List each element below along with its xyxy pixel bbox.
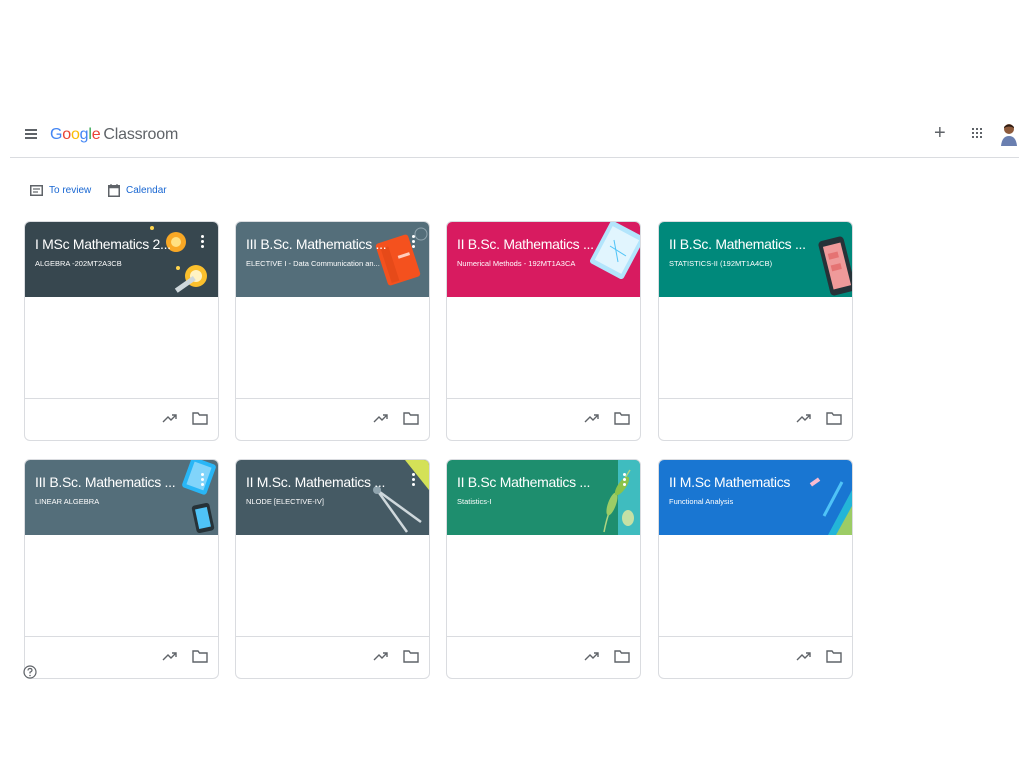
more-options-icon[interactable] (411, 235, 415, 249)
class-card-header[interactable]: III B.Sc. Mathematics ... LINEAR ALGEBRA (25, 460, 218, 535)
folder-icon[interactable] (826, 649, 842, 663)
more-options-icon[interactable] (200, 235, 204, 249)
to-review-label: To review (49, 184, 92, 196)
class-card-footer (236, 398, 429, 440)
class-card[interactable]: II B.Sc. Mathematics ... Numerical Metho… (446, 221, 641, 441)
class-card[interactable]: III B.Sc. Mathematics ... LINEAR ALGEBRA (24, 459, 219, 679)
class-card-footer (659, 636, 852, 678)
folder-icon[interactable] (614, 649, 630, 663)
class-card[interactable]: III B.Sc. Mathematics ... ELECTIVE I - D… (235, 221, 430, 441)
class-title[interactable]: I MSc Mathematics 2... (35, 236, 185, 252)
class-section: STATISTICS-II (192MT1A4CB) (669, 259, 773, 268)
class-title[interactable]: III B.Sc. Mathematics ... (246, 236, 396, 252)
google-apps-icon[interactable] (972, 128, 983, 139)
create-or-join-class-button[interactable]: + (934, 123, 946, 143)
more-options-icon[interactable] (200, 473, 204, 487)
class-card-header[interactable]: II B.Sc. Mathematics ... Numerical Metho… (447, 222, 640, 297)
folder-icon[interactable] (826, 411, 842, 425)
class-card-footer (236, 636, 429, 678)
class-card-header[interactable]: III B.Sc. Mathematics ... ELECTIVE I - D… (236, 222, 429, 297)
class-card-footer (447, 398, 640, 440)
google-classroom-logo[interactable]: Google Classroom (50, 126, 178, 144)
class-card-header[interactable]: II M.Sc. Mathematics ... NLODE [ELECTIVE… (236, 460, 429, 535)
class-title[interactable]: III B.Sc. Mathematics ... (35, 474, 185, 490)
trending-up-icon[interactable] (373, 411, 389, 425)
to-review-link[interactable]: To review (30, 182, 91, 198)
calendar-icon (108, 183, 120, 197)
trending-up-icon[interactable] (373, 649, 389, 663)
help-icon[interactable] (23, 665, 37, 679)
class-card-footer (25, 636, 218, 678)
account-avatar[interactable] (1000, 122, 1018, 146)
to-review-icon (30, 184, 43, 196)
trending-up-icon[interactable] (162, 649, 178, 663)
trending-up-icon[interactable] (162, 411, 178, 425)
class-section: Numerical Methods - 192MT1A3CA (457, 259, 576, 268)
class-card-header[interactable]: II B.Sc. Mathematics ... STATISTICS-II (… (659, 222, 852, 297)
main-menu-icon[interactable] (25, 128, 39, 140)
trending-up-icon[interactable] (584, 649, 600, 663)
class-title[interactable]: II B.Sc. Mathematics ... (669, 236, 819, 252)
class-section: Statistics-I (457, 497, 492, 506)
class-card[interactable]: II B.Sc. Mathematics ... STATISTICS-II (… (658, 221, 853, 441)
calendar-label: Calendar (126, 184, 167, 196)
class-card[interactable]: I MSc Mathematics 2... ALGEBRA -202MT2A3… (24, 221, 219, 441)
class-card-footer (659, 398, 852, 440)
trending-up-icon[interactable] (796, 649, 812, 663)
more-options-icon[interactable] (622, 473, 626, 487)
trending-up-icon[interactable] (796, 411, 812, 425)
class-title[interactable]: II M.Sc. Mathematics ... (246, 474, 396, 490)
class-card-header[interactable]: I MSc Mathematics 2... ALGEBRA -202MT2A3… (25, 222, 218, 297)
more-options-icon[interactable] (411, 473, 415, 487)
folder-icon[interactable] (403, 411, 419, 425)
class-card-footer (25, 398, 218, 440)
calendar-link[interactable]: Calendar (108, 182, 167, 198)
class-section: ALGEBRA -202MT2A3CB (35, 259, 122, 268)
trending-up-icon[interactable] (584, 411, 600, 425)
folder-icon[interactable] (403, 649, 419, 663)
class-section: LINEAR ALGEBRA (35, 497, 100, 506)
class-title[interactable]: II B.Sc Mathematics ... (457, 474, 607, 490)
class-title[interactable]: II B.Sc. Mathematics ... (457, 236, 607, 252)
folder-icon[interactable] (614, 411, 630, 425)
class-title[interactable]: II M.Sc Mathematics (669, 474, 819, 490)
folder-icon[interactable] (192, 411, 208, 425)
class-card[interactable]: II M.Sc Mathematics Functional Analysis (658, 459, 853, 679)
class-card[interactable]: II B.Sc Mathematics ... Statistics-I (446, 459, 641, 679)
top-app-bar: Google Classroom + (10, 116, 1019, 158)
class-card-footer (447, 636, 640, 678)
class-card-header[interactable]: II B.Sc Mathematics ... Statistics-I (447, 460, 640, 535)
class-section: NLODE [ELECTIVE-IV] (246, 497, 324, 506)
class-card-header[interactable]: II M.Sc Mathematics Functional Analysis (659, 460, 852, 535)
folder-icon[interactable] (192, 649, 208, 663)
class-section: ELECTIVE I - Data Communication an... (246, 259, 380, 268)
class-card[interactable]: II M.Sc. Mathematics ... NLODE [ELECTIVE… (235, 459, 430, 679)
class-section: Functional Analysis (669, 497, 734, 506)
product-name: Classroom (103, 126, 179, 143)
